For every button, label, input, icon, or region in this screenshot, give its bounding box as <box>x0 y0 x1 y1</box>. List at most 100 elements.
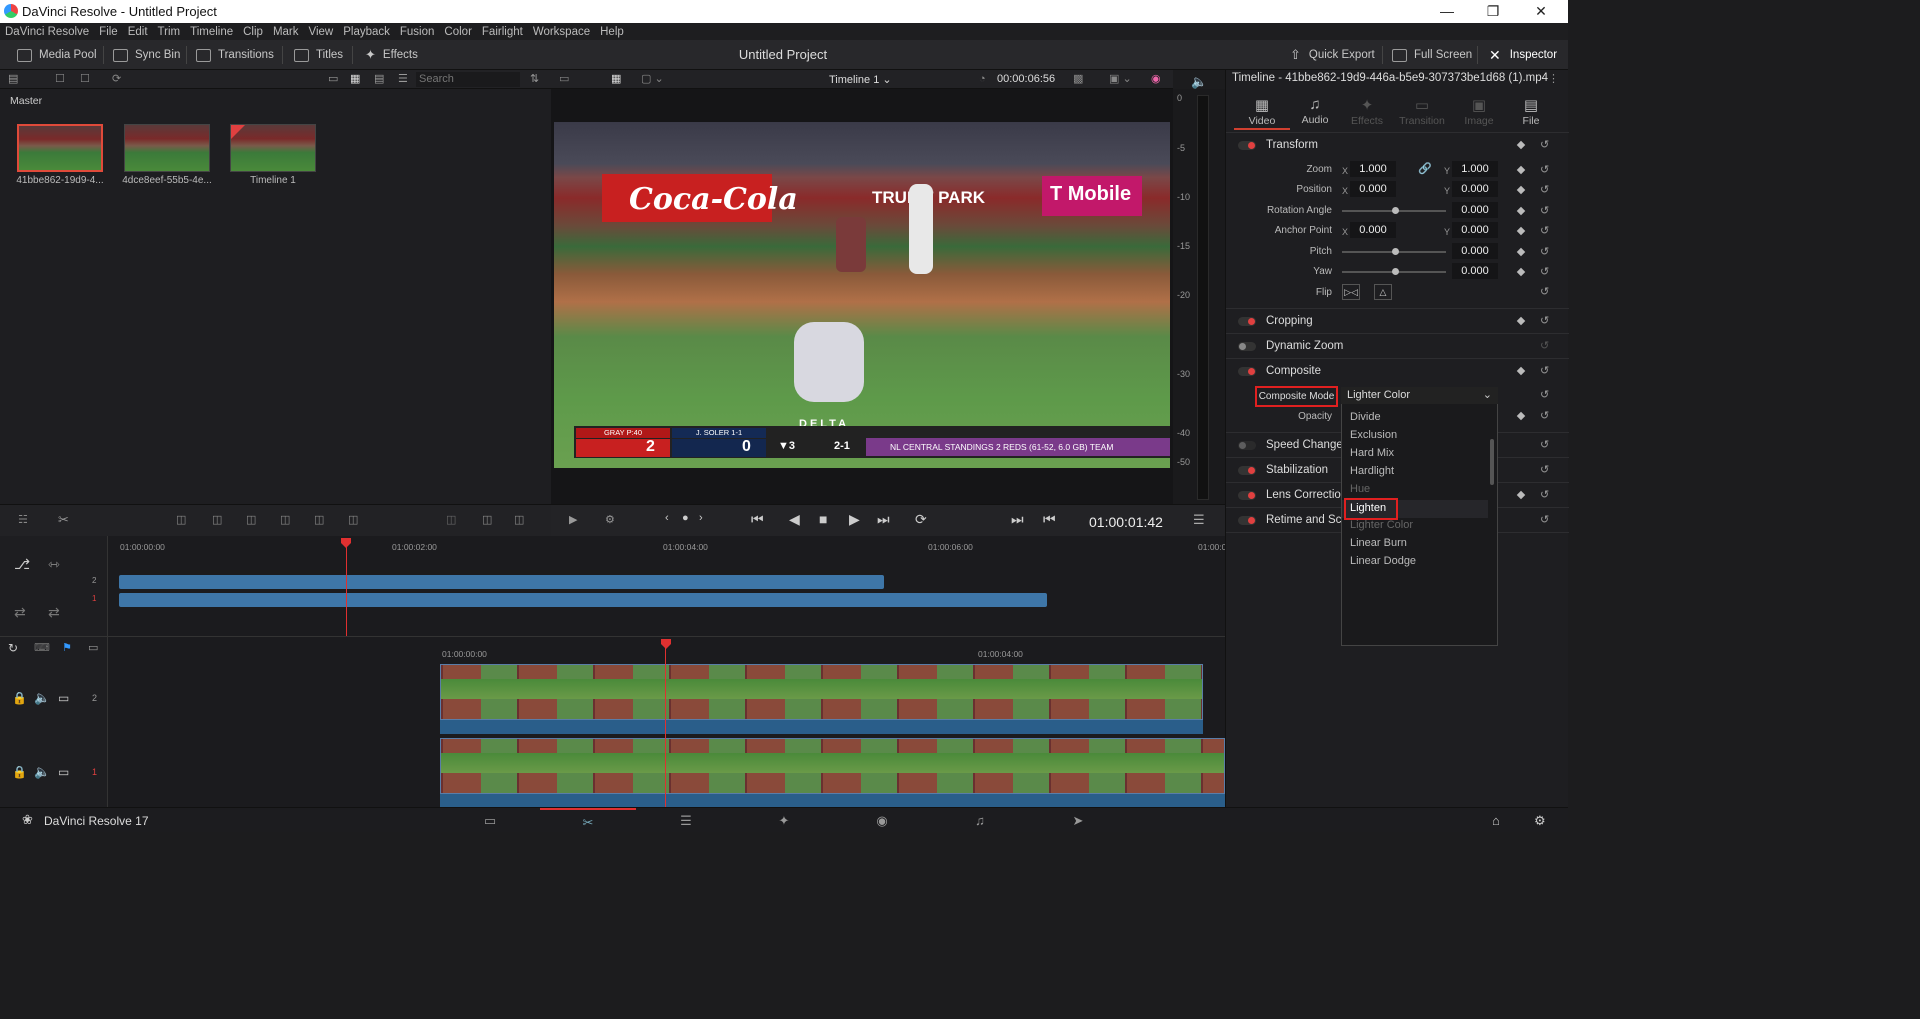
marker-icon[interactable]: ▭ <box>88 641 98 654</box>
opacity-reset-icon[interactable]: ↺ <box>1540 409 1549 422</box>
rotation-keyframe-icon[interactable] <box>1516 206 1526 216</box>
speed-change-reset-icon[interactable]: ↺ <box>1540 438 1549 451</box>
smart-bin-icon[interactable]: ☐ <box>80 72 90 85</box>
lock-track-2-icon[interactable]: 🔒 <box>12 691 27 705</box>
rotation-field[interactable] <box>1452 202 1498 218</box>
anchor-x-field[interactable] <box>1350 222 1396 238</box>
speed-change-toggle[interactable] <box>1238 441 1256 450</box>
cropping-keyframe-icon[interactable] <box>1516 316 1526 326</box>
mini-ruler[interactable]: 01:00:00:00 01:00:02:00 01:00:04:00 01:0… <box>108 540 1226 554</box>
video-track-2-icon[interactable]: ▭ <box>58 691 69 705</box>
composite-section[interactable]: Composite ↺ <box>1226 358 1569 383</box>
viewer-mode-icon[interactable]: ▦ <box>611 72 621 85</box>
flip-vertical-icon[interactable]: △ <box>1374 284 1392 300</box>
menu-fairlight[interactable]: Fairlight <box>477 26 528 38</box>
composite-mode-reset-icon[interactable]: ↺ <box>1540 388 1549 401</box>
transitions-button[interactable]: Transitions <box>196 46 274 64</box>
audio-settings-icon[interactable]: ⚙ <box>605 513 615 526</box>
retime-reset-icon[interactable]: ↺ <box>1540 513 1549 526</box>
pitch-field[interactable] <box>1452 243 1498 259</box>
tab-file[interactable]: ▤ File <box>1503 94 1559 130</box>
effects-button[interactable]: ✦ Effects <box>365 46 418 64</box>
flag-icon[interactable]: ⚑ <box>62 641 72 654</box>
filmstrip-view-icon[interactable]: ▭ <box>328 72 338 85</box>
lens-correction-keyframe-icon[interactable] <box>1516 490 1526 500</box>
audio-track-2-icon[interactable]: 🔈 <box>34 690 50 706</box>
composite-keyframe-icon[interactable] <box>1516 366 1526 376</box>
pitch-slider-knob[interactable] <box>1392 248 1399 255</box>
tab-image[interactable]: ▣ Image <box>1451 94 1507 130</box>
play-reverse-icon[interactable]: ◀ <box>789 511 800 528</box>
dynamic-zoom-section[interactable]: Dynamic Zoom ↺ <box>1226 333 1569 358</box>
transform-toggle[interactable] <box>1238 141 1256 150</box>
tab-video[interactable]: ▦ Video <box>1234 94 1290 130</box>
transform-section[interactable]: Transform ↺ <box>1226 132 1569 157</box>
speaker-icon[interactable]: 🔈 <box>1191 74 1207 90</box>
jog-left-icon[interactable]: ‹ <box>665 512 669 524</box>
opacity-keyframe-icon[interactable] <box>1516 411 1526 421</box>
track-expand-icon[interactable]: ⇿ <box>48 556 60 573</box>
anchor-y-field[interactable] <box>1452 222 1498 238</box>
menu-timeline[interactable]: Timeline <box>185 26 238 38</box>
mini-clip-v1[interactable] <box>119 593 1047 607</box>
dropdown-scrollbar[interactable] <box>1490 439 1494 485</box>
page-fusion-icon[interactable]: ✦ <box>736 808 832 833</box>
option-divide[interactable]: Divide <box>1350 411 1381 423</box>
viewer-options-icon[interactable]: ▩ <box>1073 72 1083 85</box>
playback-mode-icon[interactable]: ▶ <box>569 513 577 526</box>
menu-edit[interactable]: Edit <box>123 26 153 38</box>
menu-workspace[interactable]: Workspace <box>528 26 595 38</box>
menu-view[interactable]: View <box>304 26 339 38</box>
yaw-keyframe-icon[interactable] <box>1516 267 1526 277</box>
quick-export-button[interactable]: ⇧ Quick Export <box>1290 46 1375 64</box>
pitch-reset-icon[interactable]: ↺ <box>1540 245 1549 258</box>
page-deliver-icon[interactable]: ➤ <box>1030 808 1126 833</box>
snap-icon[interactable]: ⌨ <box>34 641 50 654</box>
option-linear-burn[interactable]: Linear Burn <box>1350 537 1407 549</box>
media-pool-button[interactable]: Media Pool <box>17 46 97 64</box>
fit-to-fill-icon[interactable]: ◫ <box>280 513 290 526</box>
lens-correction-toggle[interactable] <box>1238 491 1256 500</box>
place-on-top-icon[interactable]: ◫ <box>314 513 324 526</box>
composite-toggle[interactable] <box>1238 367 1256 376</box>
video-track-1-icon[interactable]: ▭ <box>58 765 69 779</box>
position-reset-icon[interactable]: ↺ <box>1540 183 1549 196</box>
menu-playback[interactable]: Playback <box>338 26 395 38</box>
next-edit-icon[interactable]: ⏭ <box>1011 511 1024 528</box>
yaw-slider-knob[interactable] <box>1392 268 1399 275</box>
option-lighter-color[interactable]: Lighter Color <box>1350 519 1413 531</box>
anchor-keyframe-icon[interactable] <box>1516 226 1526 236</box>
option-hard-mix[interactable]: Hard Mix <box>1350 447 1394 459</box>
composite-reset-icon[interactable]: ↺ <box>1540 364 1549 377</box>
composite-mode-select[interactable]: Lighter Color ⌄ <box>1341 387 1498 404</box>
full-screen-button[interactable]: Full Screen <box>1392 46 1472 64</box>
list-view-icon[interactable]: ▤ <box>374 72 384 85</box>
playhead[interactable] <box>665 645 666 808</box>
flip-horizontal-icon[interactable]: ▷◁ <box>1342 284 1360 300</box>
menu-davinci-resolve[interactable]: DaVinci Resolve <box>0 26 94 38</box>
insert-icon[interactable]: ◫ <box>176 513 186 526</box>
anchor-reset-icon[interactable]: ↺ <box>1540 224 1549 237</box>
settings-gear-icon[interactable]: ⚙ <box>1534 813 1546 829</box>
clip-thumbnail-2[interactable] <box>124 124 210 172</box>
timeline-thumbnail[interactable] <box>230 124 316 172</box>
stop-icon[interactable]: ■ <box>819 511 827 527</box>
inspector-button[interactable]: ✕ Inspector <box>1489 46 1557 64</box>
page-cut-icon[interactable]: ✂ <box>540 808 636 833</box>
page-edit-icon[interactable]: ☰ <box>638 808 734 833</box>
menu-color[interactable]: Color <box>439 26 476 38</box>
color-wheel-icon[interactable]: ◉ <box>1151 72 1161 85</box>
mini-playhead[interactable] <box>346 544 347 636</box>
yaw-reset-icon[interactable]: ↺ <box>1540 265 1549 278</box>
option-linear-dodge[interactable]: Linear Dodge <box>1350 555 1416 567</box>
video-clip-v2[interactable] <box>440 664 1203 720</box>
video-clip-v1[interactable] <box>440 738 1225 794</box>
menu-trim[interactable]: Trim <box>153 26 186 38</box>
tab-effects[interactable]: ✦ Effects <box>1339 94 1395 130</box>
prev-edit-icon[interactable]: ⏮ <box>1043 511 1056 528</box>
zoom-y-field[interactable] <box>1452 161 1498 177</box>
loop-icon[interactable]: ⟳ <box>915 511 927 528</box>
option-hue[interactable]: Hue <box>1350 483 1370 495</box>
viewer-menu-icon[interactable]: ☰ <box>1193 512 1205 528</box>
timeline-ruler[interactable]: 01:00:00:00 01:00:04:00 <box>438 647 1225 661</box>
